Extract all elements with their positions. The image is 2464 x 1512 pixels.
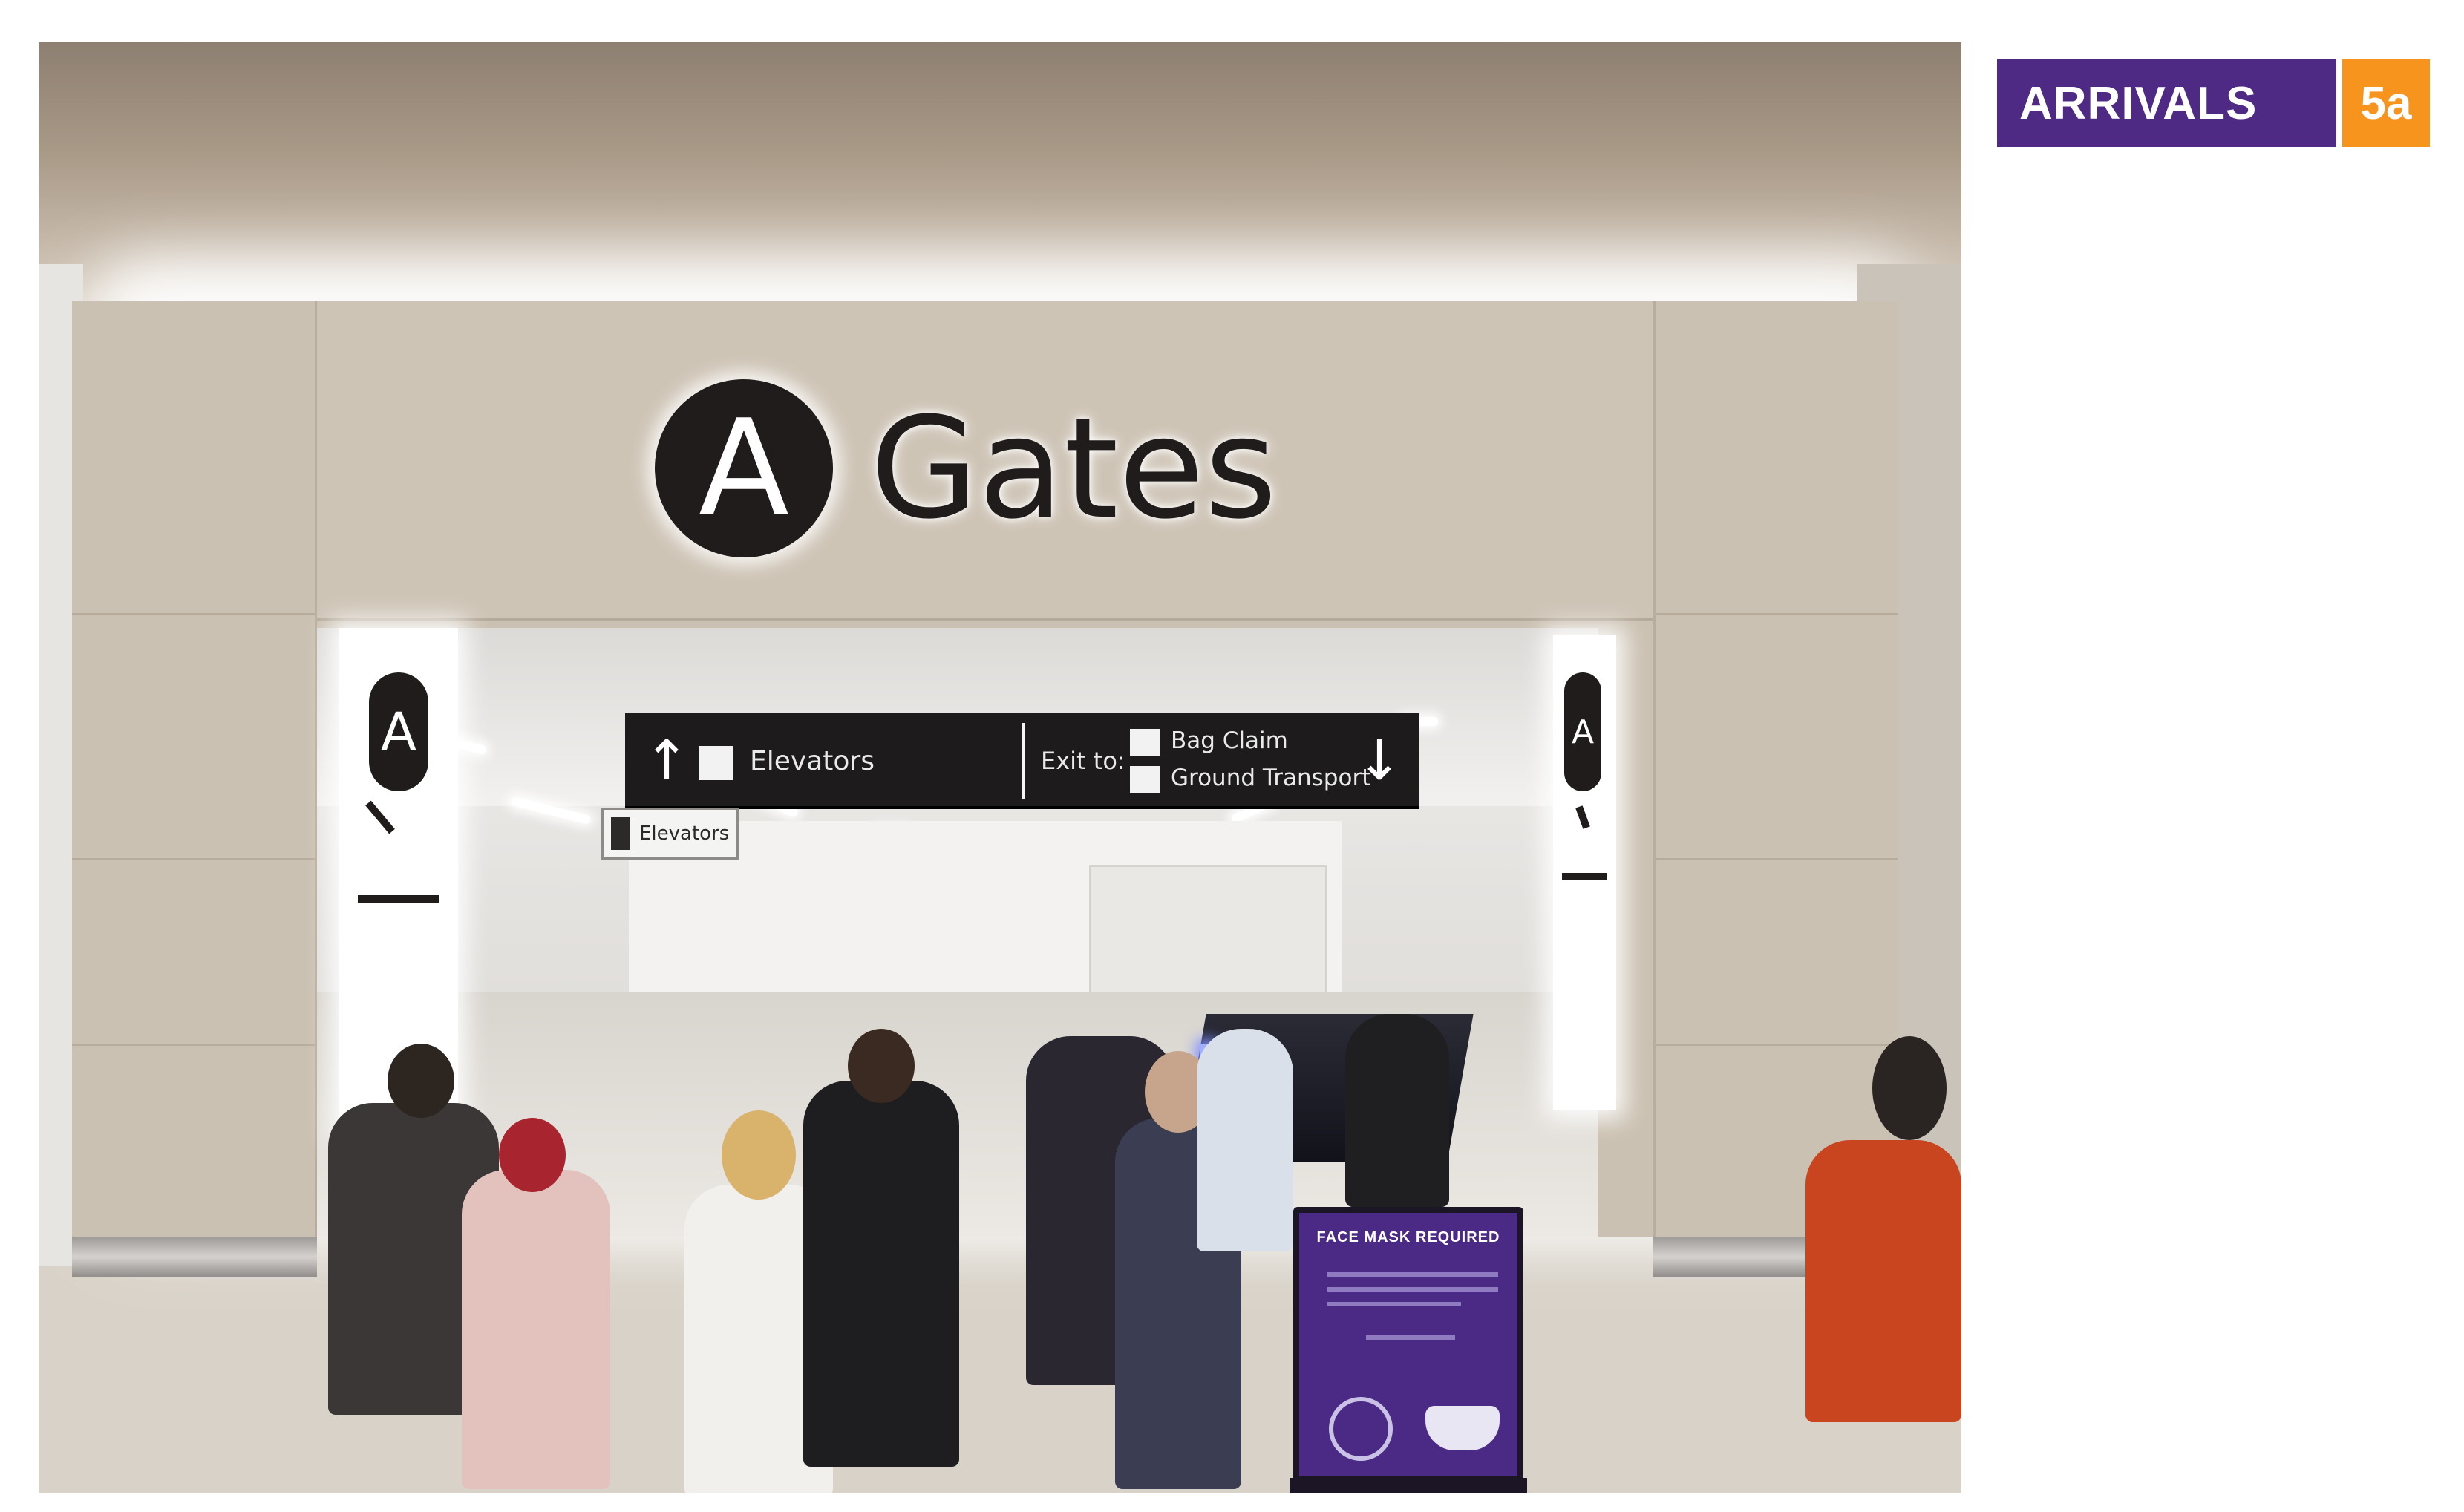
back-panel bbox=[1089, 865, 1327, 1007]
signage-rendering: A A ↑ Elevators Exit to: Bag Claim Groun… bbox=[39, 42, 1961, 1493]
left-pillar bbox=[72, 301, 317, 1237]
panel-legend bbox=[358, 895, 439, 903]
traveler bbox=[1197, 1029, 1293, 1251]
ground-transport-icon bbox=[1130, 766, 1160, 793]
elevator-sign: Elevators bbox=[601, 808, 739, 860]
traveler bbox=[462, 1170, 610, 1489]
section-tab: ARRIVALS 5a bbox=[1997, 59, 2430, 147]
gate-letter-badge: A bbox=[655, 379, 833, 557]
exit-to-label: Exit to: bbox=[1041, 747, 1125, 775]
section-number: 5a bbox=[2342, 59, 2430, 147]
traveler bbox=[803, 1081, 959, 1467]
elevators-label: Elevators bbox=[750, 746, 875, 776]
right-pillar bbox=[1653, 301, 1898, 1237]
bag-claim-label: Bag Claim bbox=[1171, 727, 1288, 754]
up-arrow-icon: ↑ bbox=[644, 729, 690, 793]
gates-sign: A Gates bbox=[655, 376, 1277, 561]
elevator-icon bbox=[699, 746, 733, 780]
mask-sign-title: FACE MASK REQUIRED bbox=[1316, 1229, 1500, 1246]
transport-icon bbox=[365, 800, 395, 834]
right-side-panel: A bbox=[1553, 635, 1616, 1110]
face-mask-icon bbox=[1425, 1406, 1500, 1450]
left-base bbox=[72, 1237, 317, 1277]
transport-icon-right bbox=[1575, 805, 1590, 829]
panel-legend-right bbox=[1562, 873, 1607, 880]
traveler bbox=[1345, 1014, 1449, 1207]
directional-sign: ↑ Elevators Exit to: Bag Claim Ground Tr… bbox=[625, 713, 1419, 809]
face-mask-sign: FACE MASK REQUIRED bbox=[1293, 1207, 1523, 1482]
side-panel-badge: A bbox=[369, 672, 428, 791]
traveler bbox=[1805, 1140, 1961, 1422]
bag-claim-icon bbox=[1130, 729, 1160, 756]
gates-title: Gates bbox=[870, 387, 1278, 550]
elevator-sign-label: Elevators bbox=[639, 822, 730, 845]
down-arrow-icon: ↓ bbox=[1356, 729, 1403, 793]
sign-divider bbox=[1022, 723, 1025, 799]
gate-letter: A bbox=[699, 391, 789, 545]
side-panel-badge-right: A bbox=[1564, 672, 1601, 791]
seal-icon bbox=[1329, 1397, 1393, 1461]
elevator-icon bbox=[611, 817, 630, 850]
section-label: ARRIVALS bbox=[1997, 59, 2336, 147]
ground-transport-label: Ground Transport bbox=[1171, 765, 1371, 791]
